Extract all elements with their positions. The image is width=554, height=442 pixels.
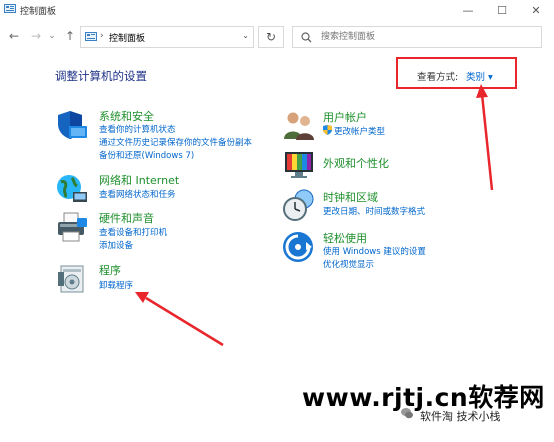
- annotation-arrow-view-by: [476, 84, 494, 191]
- annotation-arrows: [135, 84, 494, 347]
- wechat-logo-icon: [401, 408, 413, 419]
- watermark-subtext: 软件淘 技术小栈: [420, 410, 501, 423]
- annotation-arrow-uninstall: [135, 292, 224, 347]
